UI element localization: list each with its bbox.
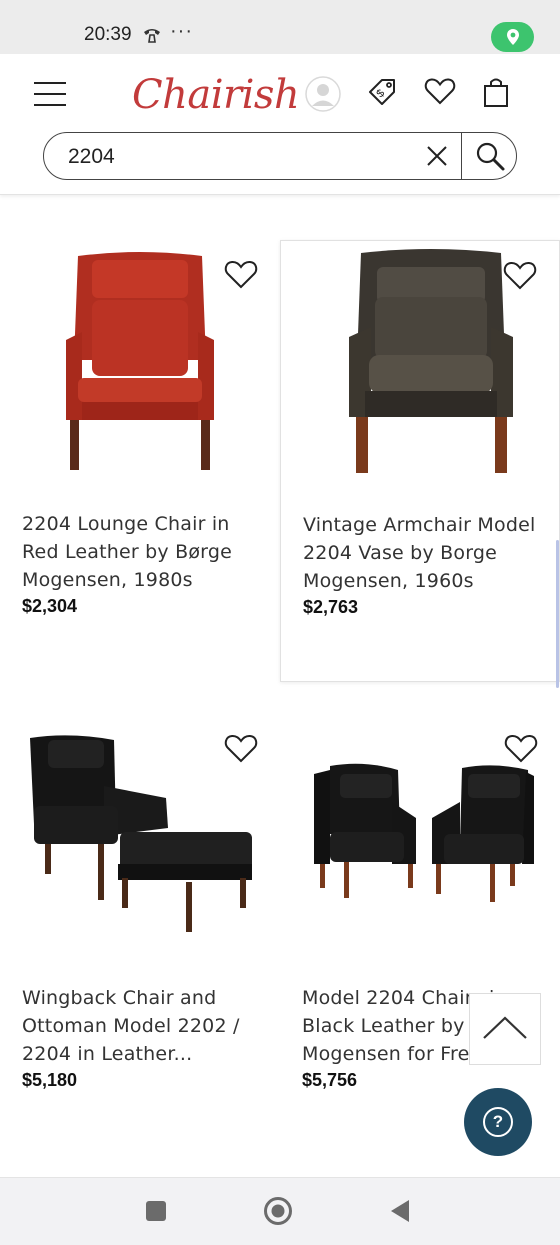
heart-icon[interactable] [424,76,456,106]
search-icon[interactable] [474,140,506,172]
status-bar: 20:39 ··· [0,0,560,54]
status-time: 20:39 [84,24,132,45]
back-triangle-icon[interactable] [389,1198,411,1224]
favorite-heart-icon[interactable] [224,258,258,290]
favorite-heart-icon[interactable] [224,732,258,764]
product-card[interactable]: Model 2204 Chairs in Black Leather by Bø… [280,714,560,1154]
product-card[interactable]: Vintage Armchair Model 2204 Vase by Borg… [280,240,560,682]
product-price: $5,180 [22,1070,78,1090]
chairish-logo[interactable]: Chairish [132,72,300,118]
scroll-to-top-button[interactable] [469,993,541,1065]
product-card[interactable]: Wingback Chair and Ottoman Model 2202 / … [0,714,280,1154]
search-input[interactable] [66,144,410,170]
recents-square-icon[interactable] [145,1200,167,1222]
home-circle-icon[interactable] [263,1196,293,1226]
help-button[interactable]: ? [464,1088,532,1156]
shopping-bag-icon[interactable] [482,76,510,108]
menu-icon [34,82,66,84]
location-icon [506,29,519,45]
app-header: Chairish $ [0,54,560,195]
product-price: $5,756 [302,1070,358,1090]
product-title[interactable]: Wingback Chair and Ottoman Model 2202 / … [22,984,262,1068]
user-icon[interactable] [305,76,341,112]
call-icon [144,29,160,43]
help-icon: ? [483,1107,513,1137]
scroll-indicator [556,540,559,688]
status-more-dots: ··· [170,20,193,42]
product-price: $2,304 [22,596,78,616]
search-bar [43,132,517,180]
product-title[interactable]: Vintage Armchair Model 2204 Vase by Borg… [303,511,543,595]
menu-icon-line [34,104,66,106]
search-divider [461,133,462,179]
location-indicator[interactable] [491,22,534,52]
product-card[interactable]: 2204 Lounge Chair in Red Leather by Børg… [0,240,280,680]
product-price: $2,763 [303,597,359,617]
system-nav-bar [0,1177,560,1245]
menu-icon-line [34,93,66,95]
price-tag-icon[interactable]: $ [366,76,398,108]
favorite-heart-icon[interactable] [504,732,538,764]
product-title[interactable]: 2204 Lounge Chair in Red Leather by Børg… [22,510,262,594]
menu-button[interactable] [34,82,66,110]
favorite-heart-icon[interactable] [503,259,537,291]
close-icon[interactable] [426,145,448,167]
chevron-up-icon [483,1016,527,1039]
